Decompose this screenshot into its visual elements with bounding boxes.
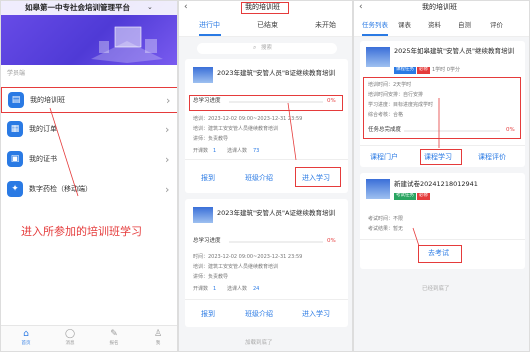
annotation-arrow [412, 98, 440, 247]
annotation-arrow [49, 107, 79, 197]
annotation-arrow [287, 102, 297, 161]
